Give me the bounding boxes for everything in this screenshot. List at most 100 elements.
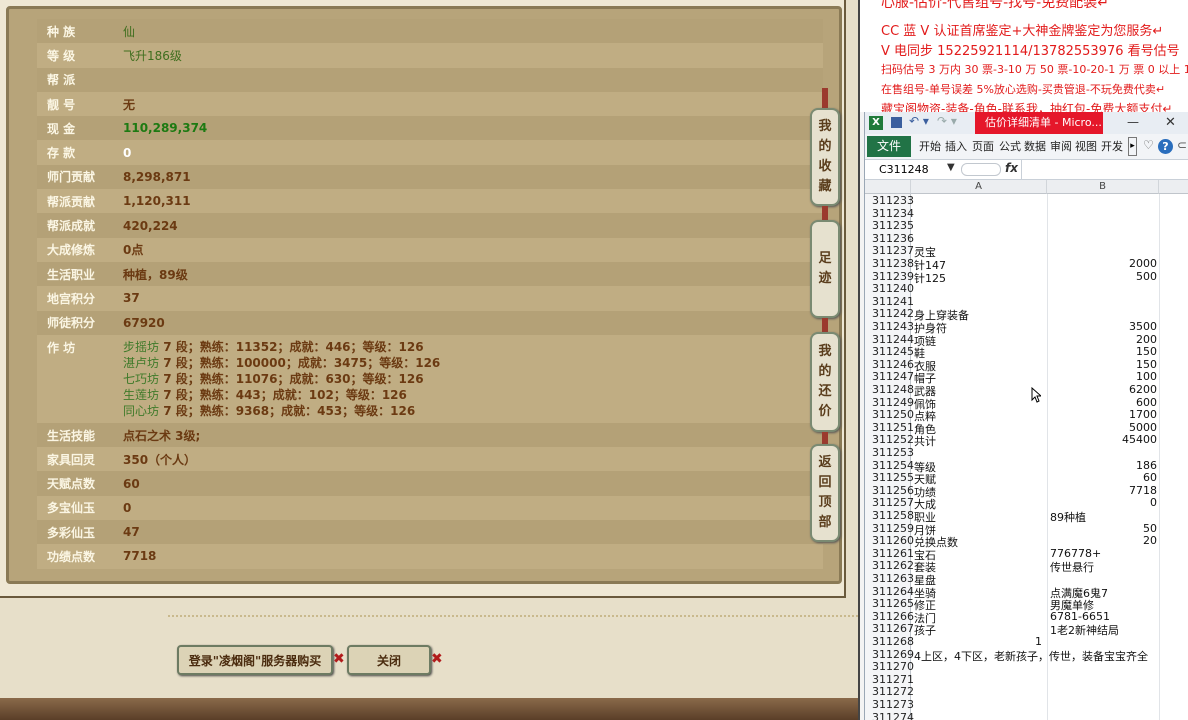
row-number[interactable]: 311261 xyxy=(865,547,914,560)
heart-icon[interactable]: ♡ xyxy=(1143,138,1154,152)
cell-b[interactable]: 20 xyxy=(1047,534,1157,547)
cell-b[interactable]: 1700 xyxy=(1047,408,1157,421)
cell-b[interactable]: 776778+ xyxy=(1050,547,1101,560)
row-number[interactable]: 311252 xyxy=(865,433,914,446)
row-number[interactable]: 311238 xyxy=(865,257,914,270)
footprint-button[interactable]: 足迹 xyxy=(810,220,840,318)
ribbon-tab[interactable]: 开始 xyxy=(919,138,941,154)
row-number[interactable]: 311243 xyxy=(865,320,914,333)
ribbon-minimize-icon[interactable]: ⊂ xyxy=(1177,138,1187,152)
cell-b[interactable]: 传世悬行 xyxy=(1050,559,1094,575)
cell-b[interactable]: 500 xyxy=(1047,270,1157,283)
help-icon[interactable]: ? xyxy=(1158,139,1173,154)
row-number[interactable]: 311245 xyxy=(865,345,914,358)
row-number[interactable]: 311266 xyxy=(865,610,914,623)
close-button[interactable]: 关闭 xyxy=(347,645,431,675)
row-number[interactable]: 311233 xyxy=(865,194,914,207)
cell-b[interactable]: 1老2新神结局 xyxy=(1050,622,1119,638)
row-number[interactable]: 311248 xyxy=(865,383,914,396)
row-number[interactable]: 311265 xyxy=(865,597,914,610)
row-number[interactable]: 311241 xyxy=(865,295,914,308)
row-number[interactable]: 311244 xyxy=(865,333,914,346)
row-number[interactable]: 311246 xyxy=(865,358,914,371)
cell-a[interactable]: 孩子 xyxy=(914,622,936,638)
cell-b[interactable]: 1 xyxy=(1035,635,1042,648)
ribbon-tab[interactable]: 数据 xyxy=(1024,138,1046,154)
row-number[interactable]: 311240 xyxy=(865,282,914,295)
row-number[interactable]: 311253 xyxy=(865,446,914,459)
cell-a[interactable]: 共计 xyxy=(914,433,936,449)
close-icon[interactable]: ✕ xyxy=(1165,115,1176,130)
undo-icon[interactable]: ↶ ▾ xyxy=(909,114,929,128)
row-number[interactable]: 311273 xyxy=(865,698,914,711)
ribbon-tab[interactable]: 开发 xyxy=(1101,138,1123,154)
cell-a[interactable]: 针125 xyxy=(914,270,946,286)
cell-b[interactable]: 186 xyxy=(1047,459,1157,472)
spreadsheet-grid[interactable]: A B 311233 311234 311235 311236 311237 灵宝 3112… xyxy=(865,180,1188,720)
my-favorites-button[interactable]: 我的收藏 xyxy=(810,108,840,206)
cell-b[interactable]: 6781-6651 xyxy=(1050,610,1110,623)
row-number[interactable]: 311274 xyxy=(865,711,914,720)
row-number[interactable]: 311272 xyxy=(865,685,914,698)
cell-b[interactable]: 0 xyxy=(1047,496,1157,509)
row-number[interactable]: 311239 xyxy=(865,270,914,283)
row-number[interactable]: 311270 xyxy=(865,660,914,673)
row-number[interactable]: 311236 xyxy=(865,232,914,245)
row-number[interactable]: 311257 xyxy=(865,496,914,509)
select-all-corner[interactable] xyxy=(865,180,911,194)
row-number[interactable]: 311262 xyxy=(865,559,914,572)
cell-b[interactable]: 60 xyxy=(1047,471,1157,484)
cell-b[interactable]: 5000 xyxy=(1047,421,1157,434)
ribbon-tab[interactable]: 视图 xyxy=(1075,138,1097,154)
row-number[interactable]: 311251 xyxy=(865,421,914,434)
save-icon[interactable] xyxy=(891,117,902,128)
tab-file[interactable]: 文件 xyxy=(867,136,911,157)
row-number[interactable]: 311269 xyxy=(865,648,914,661)
cell-b[interactable]: 7718 xyxy=(1047,484,1157,497)
row-number[interactable]: 311235 xyxy=(865,219,914,232)
back-to-top-button[interactable]: 返回顶部 xyxy=(810,444,840,542)
cell-a[interactable]: 4上区，4下区，老新孩子，传世，装备宝宝齐全 xyxy=(914,648,1148,664)
row-number[interactable]: 311264 xyxy=(865,585,914,598)
cell-b[interactable]: 45400 xyxy=(1047,433,1157,446)
row-number[interactable]: 311237 xyxy=(865,244,914,257)
row-number[interactable]: 311268 xyxy=(865,635,914,648)
row-number[interactable]: 311259 xyxy=(865,522,914,535)
ribbon-tab[interactable]: 公式 xyxy=(999,138,1021,154)
cell-b[interactable]: 50 xyxy=(1047,522,1157,535)
cell-b[interactable]: 150 xyxy=(1047,358,1157,371)
row-number[interactable]: 311250 xyxy=(865,408,914,421)
column-header-a[interactable]: A xyxy=(911,180,1047,194)
cell-b[interactable]: 6200 xyxy=(1047,383,1157,396)
formula-handle[interactable] xyxy=(961,163,1001,176)
column-header-b[interactable]: B xyxy=(1047,180,1159,194)
ribbon-tab[interactable]: 页面 xyxy=(972,138,994,154)
redo-icon[interactable]: ↷ ▾ xyxy=(937,114,957,128)
column-header-c[interactable] xyxy=(1159,180,1188,194)
cell-b[interactable]: 2000 xyxy=(1047,257,1157,270)
row-number[interactable]: 311255 xyxy=(865,471,914,484)
name-box[interactable]: C311248 xyxy=(879,163,929,176)
row-number[interactable]: 311267 xyxy=(865,622,914,635)
cell-b[interactable]: 150 xyxy=(1047,345,1157,358)
row-number[interactable]: 311263 xyxy=(865,572,914,585)
row-number[interactable]: 311271 xyxy=(865,673,914,686)
cell-b[interactable]: 200 xyxy=(1047,333,1157,346)
chevron-down-icon[interactable]: ▼ xyxy=(947,162,955,173)
login-buy-button[interactable]: 登录"凌烟阁"服务器购买 xyxy=(177,645,333,675)
cell-b[interactable]: 600 xyxy=(1047,396,1157,409)
cell-b[interactable]: 100 xyxy=(1047,370,1157,383)
ribbon-tab[interactable]: 审阅 xyxy=(1050,138,1072,154)
fx-icon[interactable]: fx xyxy=(1005,161,1018,175)
row-number[interactable]: 311249 xyxy=(865,396,914,409)
my-counteroffer-button[interactable]: 我的还价 xyxy=(810,332,840,432)
row-number[interactable]: 311258 xyxy=(865,509,914,522)
cell-b[interactable]: 3500 xyxy=(1047,320,1157,333)
row-number[interactable]: 311260 xyxy=(865,534,914,547)
ribbon-tab[interactable]: 插入 xyxy=(945,138,967,154)
row-number[interactable]: 311256 xyxy=(865,484,914,497)
ribbon-more-icon[interactable]: ▸ xyxy=(1128,137,1137,156)
minimize-icon[interactable]: — xyxy=(1127,115,1139,129)
row-number[interactable]: 311247 xyxy=(865,370,914,383)
row-number[interactable]: 311234 xyxy=(865,207,914,220)
